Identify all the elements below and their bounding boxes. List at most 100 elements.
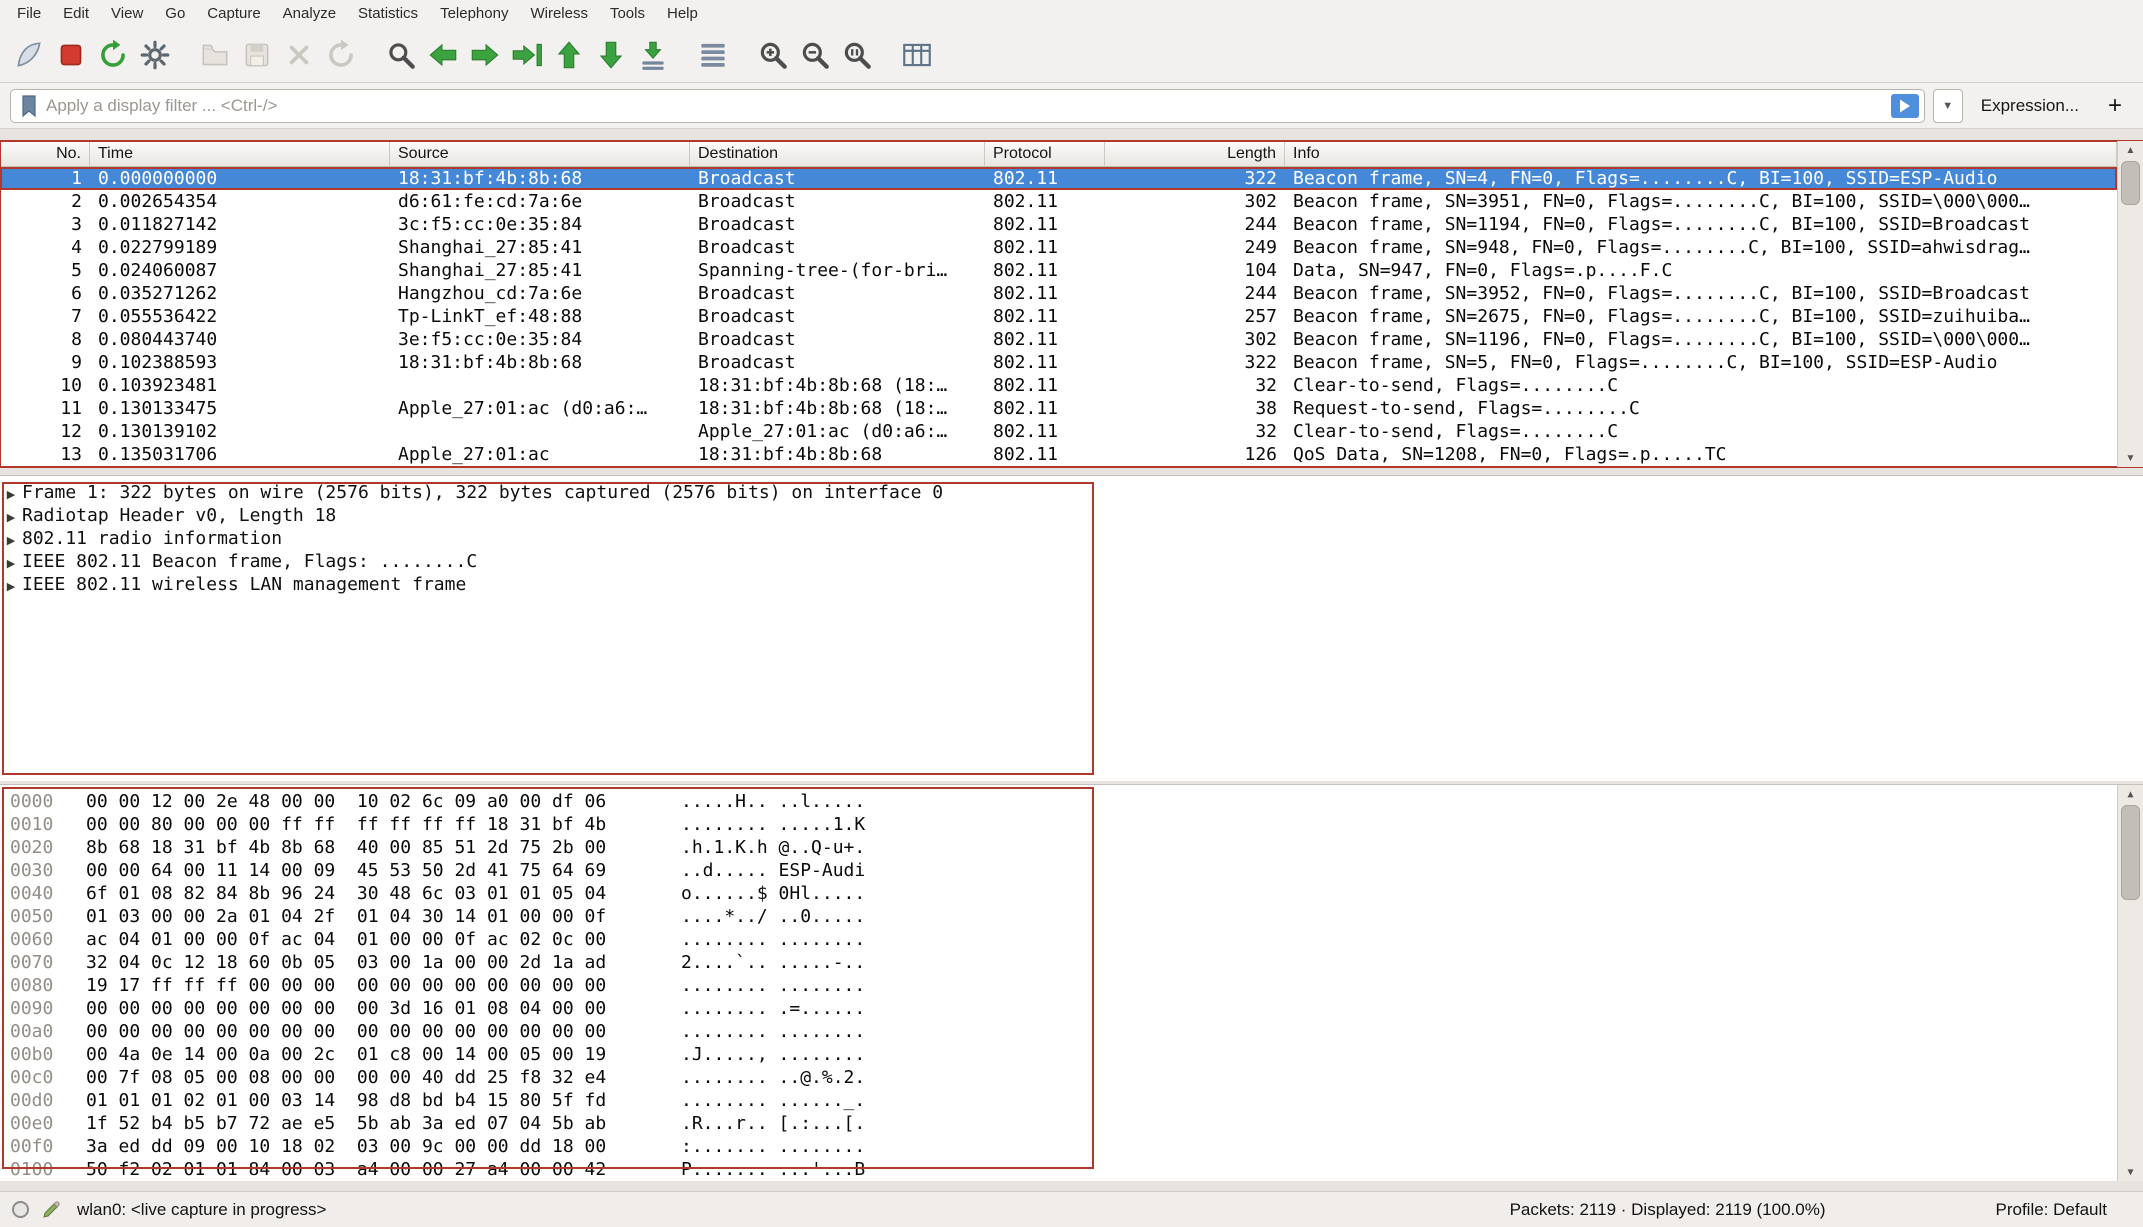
zoom-in-button[interactable] bbox=[752, 33, 794, 77]
capture-comment-icon[interactable] bbox=[41, 1200, 61, 1220]
find-packet-button[interactable] bbox=[380, 33, 422, 77]
hex-bytes[interactable]: 1f 52 b4 b5 b7 72 ae e5 5b ab 3a ed 07 0… bbox=[86, 1112, 631, 1135]
menu-item-edit[interactable]: Edit bbox=[52, 0, 100, 27]
packet-row[interactable]: 20.002654354d6:61:fe:cd:7a:6eBroadcast80… bbox=[0, 190, 2117, 213]
hex-bytes[interactable]: 01 03 00 00 2a 01 04 2f 01 04 30 14 01 0… bbox=[86, 905, 631, 928]
display-filter-field[interactable] bbox=[10, 89, 1925, 123]
hex-bytes[interactable]: 00 7f 08 05 00 08 00 00 00 00 40 dd 25 f… bbox=[86, 1066, 631, 1089]
display-filter-input[interactable] bbox=[46, 96, 1883, 116]
scroll-thumb[interactable] bbox=[2121, 805, 2140, 900]
expand-arrow-icon[interactable]: ▶ bbox=[0, 575, 22, 596]
scroll-down-arrow-icon[interactable]: ▼ bbox=[2118, 1163, 2143, 1181]
detail-item[interactable]: ▶IEEE 802.11 wireless LAN management fra… bbox=[0, 573, 2143, 596]
hex-ascii[interactable]: o......$ 0Hl..... bbox=[681, 882, 865, 905]
hex-ascii[interactable]: P....... ...'...B bbox=[681, 1158, 865, 1181]
column-header-no[interactable]: No. bbox=[0, 141, 90, 166]
auto-scroll-button[interactable] bbox=[632, 33, 674, 77]
menu-item-view[interactable]: View bbox=[100, 0, 154, 27]
hex-ascii[interactable]: ........ ......_. bbox=[681, 1089, 865, 1112]
zoom-reset-button[interactable] bbox=[836, 33, 878, 77]
packet-row[interactable]: 60.035271262Hangzhou_cd:7a:6eBroadcast80… bbox=[0, 282, 2117, 305]
column-header-source[interactable]: Source bbox=[390, 141, 690, 166]
menu-item-help[interactable]: Help bbox=[656, 0, 709, 27]
go-forward-button[interactable] bbox=[464, 33, 506, 77]
hex-bytes[interactable]: 00 00 00 00 00 00 00 00 00 00 00 00 00 0… bbox=[86, 1020, 631, 1043]
packet-row[interactable]: 100.10392348118:31:bf:4b:8b:68 (18:…802.… bbox=[0, 374, 2117, 397]
column-header-protocol[interactable]: Protocol bbox=[985, 141, 1105, 166]
hex-ascii[interactable]: .....H.. ..l..... bbox=[681, 790, 865, 813]
reload-file-button[interactable] bbox=[320, 33, 362, 77]
packet-row[interactable]: 130.135031706Apple_27:01:ac18:31:bf:4b:8… bbox=[0, 443, 2117, 466]
hex-bytes[interactable]: 19 17 ff ff ff 00 00 00 00 00 00 00 00 0… bbox=[86, 974, 631, 997]
hex-ascii[interactable]: ........ ..@.%.2. bbox=[681, 1066, 865, 1089]
menu-item-go[interactable]: Go bbox=[154, 0, 196, 27]
packet-row[interactable]: 80.0804437403e:f5:cc:0e:35:84Broadcast80… bbox=[0, 328, 2117, 351]
hex-ascii[interactable]: ....*../ ..0..... bbox=[681, 905, 865, 928]
packet-row[interactable]: 50.024060087Shanghai_27:85:41Spanning-tr… bbox=[0, 259, 2117, 282]
packet-row[interactable]: 90.10238859318:31:bf:4b:8b:68Broadcast80… bbox=[0, 351, 2117, 374]
menu-item-file[interactable]: File bbox=[6, 0, 52, 27]
packet-row[interactable]: 40.022799189Shanghai_27:85:41Broadcast80… bbox=[0, 236, 2117, 259]
bytes-scrollbar[interactable]: ▲ ▼ bbox=[2117, 785, 2143, 1181]
packet-row[interactable]: 70.055536422Tp-LinkT_ef:48:88Broadcast80… bbox=[0, 305, 2117, 328]
hex-ascii[interactable]: ........ ........ bbox=[681, 1020, 865, 1043]
save-file-button[interactable] bbox=[236, 33, 278, 77]
hex-bytes[interactable]: 00 00 64 00 11 14 00 09 45 53 50 2d 41 7… bbox=[86, 859, 631, 882]
hex-ascii[interactable]: ..d..... ESP-Audi bbox=[681, 859, 865, 882]
scroll-up-arrow-icon[interactable]: ▲ bbox=[2118, 141, 2143, 159]
detail-item[interactable]: ▶802.11 radio information bbox=[0, 527, 2143, 550]
capture-options-button[interactable] bbox=[134, 33, 176, 77]
hex-ascii[interactable]: ........ .....1.K bbox=[681, 813, 865, 836]
go-last-packet-button[interactable] bbox=[590, 33, 632, 77]
open-file-button[interactable] bbox=[194, 33, 236, 77]
hex-bytes[interactable]: 00 4a 0e 14 00 0a 00 2c 01 c8 00 14 00 0… bbox=[86, 1043, 631, 1066]
hex-ascii[interactable]: ........ .=...... bbox=[681, 997, 865, 1020]
scroll-down-arrow-icon[interactable]: ▼ bbox=[2118, 449, 2143, 467]
column-header-time[interactable]: Time bbox=[90, 141, 390, 166]
expand-arrow-icon[interactable]: ▶ bbox=[0, 506, 22, 527]
column-header-info[interactable]: Info bbox=[1285, 141, 2117, 166]
hex-bytes[interactable]: 3a ed dd 09 00 10 18 02 03 00 9c 00 00 d… bbox=[86, 1135, 631, 1158]
expert-info-icon[interactable] bbox=[12, 1201, 29, 1218]
menu-item-telephony[interactable]: Telephony bbox=[429, 0, 519, 27]
detail-item[interactable]: ▶Radiotap Header v0, Length 18 bbox=[0, 504, 2143, 527]
start-capture-button[interactable] bbox=[8, 33, 50, 77]
packet-list-scrollbar[interactable]: ▲ ▼ bbox=[2117, 141, 2143, 467]
hex-bytes[interactable]: 00 00 80 00 00 00 ff ff ff ff ff ff 18 3… bbox=[86, 813, 631, 836]
column-header-length[interactable]: Length bbox=[1105, 141, 1285, 166]
expression-button[interactable]: Expression... bbox=[1971, 96, 2089, 116]
colorize-button[interactable] bbox=[692, 33, 734, 77]
hex-bytes[interactable]: 8b 68 18 31 bf 4b 8b 68 40 00 85 51 2d 7… bbox=[86, 836, 631, 859]
hex-ascii[interactable]: .J....., ........ bbox=[681, 1043, 865, 1066]
detail-item[interactable]: ▶IEEE 802.11 Beacon frame, Flags: ......… bbox=[0, 550, 2143, 573]
hex-ascii[interactable]: ........ ........ bbox=[681, 974, 865, 997]
hex-bytes[interactable]: 6f 01 08 82 84 8b 96 24 30 48 6c 03 01 0… bbox=[86, 882, 631, 905]
column-header-destination[interactable]: Destination bbox=[690, 141, 985, 166]
restart-capture-button[interactable] bbox=[92, 33, 134, 77]
scroll-up-arrow-icon[interactable]: ▲ bbox=[2118, 785, 2143, 803]
expand-arrow-icon[interactable]: ▶ bbox=[0, 483, 22, 504]
scroll-thumb[interactable] bbox=[2121, 161, 2140, 205]
packet-row[interactable]: 110.130133475Apple_27:01:ac (d0:a6:…18:3… bbox=[0, 397, 2117, 420]
apply-filter-button[interactable] bbox=[1891, 94, 1919, 118]
detail-item[interactable]: ▶Frame 1: 322 bytes on wire (2576 bits),… bbox=[0, 481, 2143, 504]
menu-item-statistics[interactable]: Statistics bbox=[347, 0, 429, 27]
packet-row[interactable]: 30.0118271423c:f5:cc:0e:35:84Broadcast80… bbox=[0, 213, 2117, 236]
resize-columns-button[interactable] bbox=[896, 33, 938, 77]
packet-row[interactable]: 10.00000000018:31:bf:4b:8b:68Broadcast80… bbox=[0, 167, 2117, 190]
hex-bytes[interactable]: 00 00 00 00 00 00 00 00 00 3d 16 01 08 0… bbox=[86, 997, 631, 1020]
go-to-packet-button[interactable] bbox=[506, 33, 548, 77]
menu-item-analyze[interactable]: Analyze bbox=[272, 0, 347, 27]
hex-ascii[interactable]: .R...r.. [.:...[. bbox=[681, 1112, 865, 1135]
hex-ascii[interactable]: ........ ........ bbox=[681, 928, 865, 951]
hex-bytes[interactable]: ac 04 01 00 00 0f ac 04 01 00 00 0f ac 0… bbox=[86, 928, 631, 951]
profile-button[interactable]: Profile: Default bbox=[1996, 1200, 2108, 1220]
scroll-track[interactable] bbox=[2118, 159, 2143, 449]
expand-arrow-icon[interactable]: ▶ bbox=[0, 529, 22, 550]
hex-ascii[interactable]: 2....`.. .....-.. bbox=[681, 951, 865, 974]
hex-bytes[interactable]: 00 00 12 00 2e 48 00 00 10 02 6c 09 a0 0… bbox=[86, 790, 631, 813]
hex-bytes[interactable]: 32 04 0c 12 18 60 0b 05 03 00 1a 00 00 2… bbox=[86, 951, 631, 974]
menu-item-capture[interactable]: Capture bbox=[196, 0, 271, 27]
menu-item-wireless[interactable]: Wireless bbox=[519, 0, 599, 27]
hex-ascii[interactable]: :....... ........ bbox=[681, 1135, 865, 1158]
